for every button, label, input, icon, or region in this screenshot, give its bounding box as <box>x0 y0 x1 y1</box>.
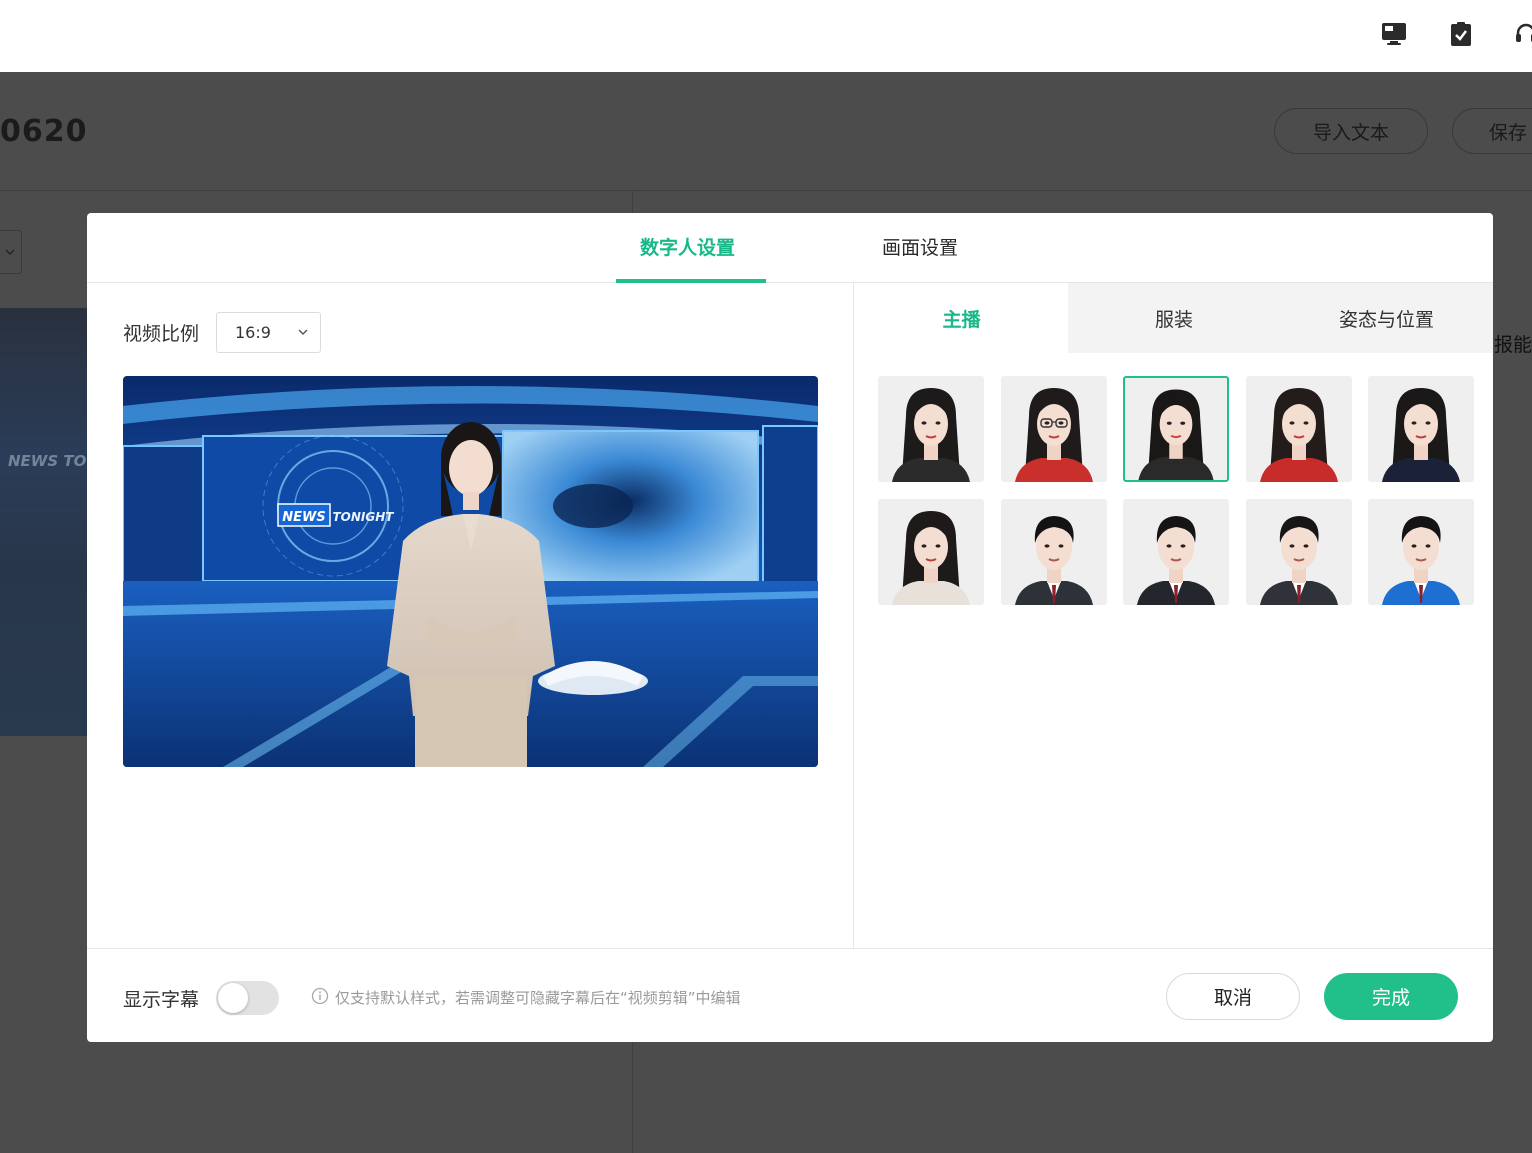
avatar-option[interactable] <box>878 376 984 482</box>
dialog-footer: 显示字幕 仅支持默认样式，若需调整可隐藏字幕后在“视频剪辑”中编辑 取消 完成 <box>87 948 1493 1042</box>
video-ratio-value: 16:9 <box>235 323 271 342</box>
tab-anchor[interactable]: 主播 <box>855 283 1068 353</box>
video-preview: NEWS TONIGHT <box>123 376 818 767</box>
modal-tabs: 数字人设置 画面设置 <box>87 213 1493 283</box>
avatar-option[interactable] <box>1245 499 1352 605</box>
avatar-portrait <box>892 511 970 605</box>
background-side-text: 报能 <box>1494 334 1532 356</box>
avatar-portrait <box>892 388 970 482</box>
top-app-bar <box>0 0 1532 72</box>
avatar-portrait <box>1138 389 1214 480</box>
done-button[interactable]: 完成 <box>1324 973 1458 1020</box>
avatar-option[interactable] <box>878 499 984 605</box>
avatar-portrait <box>1382 388 1460 482</box>
chevron-down-icon <box>298 329 308 335</box>
avatar-option[interactable] <box>1123 499 1229 605</box>
avatar-option[interactable] <box>1000 376 1107 482</box>
avatar-portrait <box>1014 516 1093 605</box>
cancel-button[interactable]: 取消 <box>1166 973 1300 1020</box>
import-text-button[interactable]: 导入文本 <box>1274 108 1428 154</box>
background-video-thumbnail: NEWS TO <box>0 308 88 736</box>
digital-human-settings-dialog: 数字人设置 画面设置 视频比例 16:9 NEWS TONIGHT 主播 服装 … <box>87 213 1493 1042</box>
video-ratio-select[interactable]: 16:9 <box>216 312 321 353</box>
tab-costume[interactable]: 服装 <box>1068 283 1280 353</box>
subtitle-toggle[interactable] <box>216 981 279 1015</box>
avatar-option[interactable] <box>1000 499 1107 605</box>
avatar-portrait <box>1137 516 1215 605</box>
avatar-portrait <box>1014 388 1093 482</box>
tab-digital-human-settings[interactable]: 数字人设置 <box>640 233 735 260</box>
monitor-icon[interactable] <box>1380 20 1408 48</box>
avatar-portrait <box>1382 516 1460 605</box>
tab-pose-position[interactable]: 姿态与位置 <box>1280 283 1493 353</box>
headset-icon[interactable] <box>1512 20 1532 48</box>
avatar-option[interactable] <box>1123 376 1229 482</box>
info-icon <box>311 987 329 1005</box>
subtitle-label: 显示字幕 <box>123 989 200 1011</box>
divider <box>0 190 1532 191</box>
save-button[interactable]: 保存 <box>1452 108 1532 154</box>
video-ratio-label: 视频比例 <box>123 323 200 345</box>
project-title: 0620 <box>0 114 88 149</box>
tab-scene-settings[interactable]: 画面设置 <box>882 233 958 260</box>
background-select[interactable] <box>0 230 22 274</box>
toggle-knob <box>218 983 248 1013</box>
avatar-portrait <box>1259 388 1338 482</box>
avatar-option[interactable] <box>1368 499 1474 605</box>
subtitle-hint: 仅支持默认样式，若需调整可隐藏字幕后在“视频剪辑”中编辑 <box>335 989 741 1007</box>
thumbnail-news-tag: NEWS TO <box>8 452 87 470</box>
preview-pane: 视频比例 16:9 NEWS TONIGHT <box>87 283 854 948</box>
avatar-option[interactable] <box>1368 376 1474 482</box>
avatar-portrait <box>1259 516 1338 605</box>
news-studio-scene: NEWS TONIGHT <box>123 376 818 767</box>
preview-logo-tonight: TONIGHT <box>333 510 395 524</box>
chevron-down-icon <box>5 249 15 255</box>
avatar-selector-pane: 主播 服装 姿态与位置 <box>855 283 1493 948</box>
avatar-option[interactable] <box>1245 376 1352 482</box>
sub-tabs: 主播 服装 姿态与位置 <box>855 283 1493 353</box>
clipboard-check-icon[interactable] <box>1447 20 1475 48</box>
preview-logo-news: NEWS <box>282 510 325 525</box>
